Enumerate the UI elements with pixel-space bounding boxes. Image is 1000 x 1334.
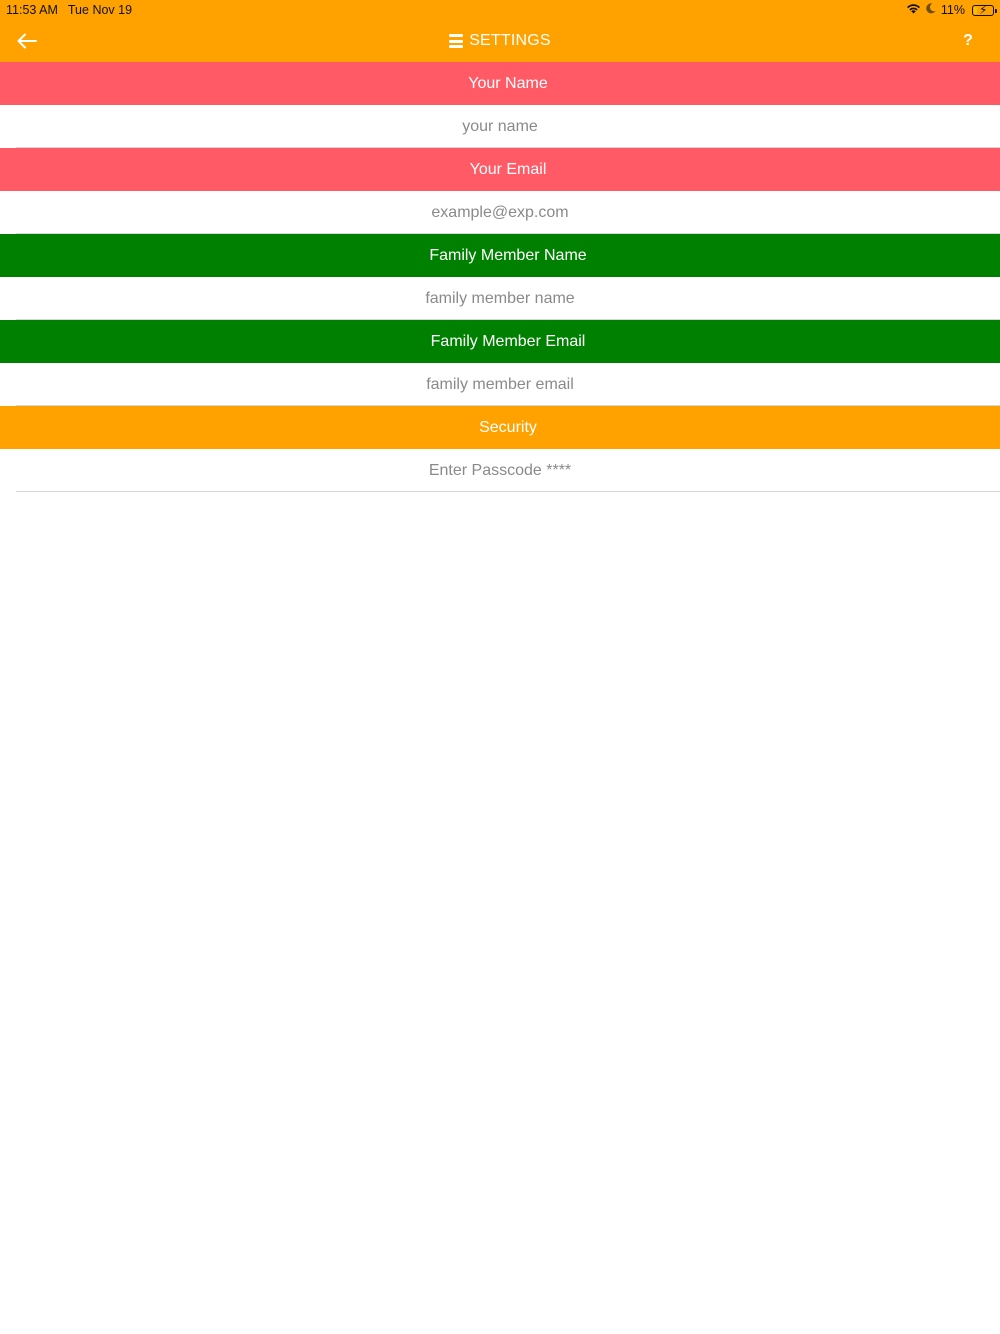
your-name-header: Your Name <box>0 62 1000 105</box>
status-right: 11% ⚡ <box>906 3 997 17</box>
nav-bar: SETTINGS ? <box>0 20 1000 62</box>
family-member-name-row <box>0 277 1000 320</box>
security-header: Security <box>0 406 1000 449</box>
passcode-input[interactable] <box>0 449 1000 492</box>
family-member-name-input[interactable] <box>0 277 1000 320</box>
family-member-email-input[interactable] <box>0 363 1000 406</box>
battery-percent: 11% <box>940 3 965 17</box>
family-member-email-row <box>0 363 1000 406</box>
your-name-input[interactable] <box>0 105 1000 148</box>
status-left: 11:53 AM Tue Nov 19 <box>6 3 132 17</box>
page-title: SETTINGS <box>469 32 551 49</box>
family-member-name-header: Family Member Name <box>0 234 1000 277</box>
passcode-row <box>0 449 1000 492</box>
your-name-row <box>0 105 1000 148</box>
family-member-email-header: Family Member Email <box>0 320 1000 363</box>
your-email-row <box>0 191 1000 234</box>
menu-icon <box>449 34 464 48</box>
your-email-input[interactable] <box>0 191 1000 234</box>
help-button[interactable]: ? <box>956 29 980 53</box>
status-date: Tue Nov 19 <box>67 3 133 17</box>
status-time: 11:53 AM <box>6 3 58 17</box>
back-button[interactable] <box>14 28 40 54</box>
nav-title: SETTINGS <box>449 32 551 50</box>
battery-charging-icon: ⚡ <box>972 3 997 17</box>
status-bar: 11:53 AM Tue Nov 19 11% ⚡ <box>0 0 1000 20</box>
settings-screen: 11:53 AM Tue Nov 19 11% ⚡ SETTINGS ? You… <box>0 0 1000 1334</box>
wifi-icon <box>906 3 921 17</box>
field-divider <box>16 491 1000 492</box>
moon-icon <box>926 3 936 17</box>
your-email-header: Your Email <box>0 148 1000 191</box>
back-arrow-icon <box>17 33 37 49</box>
